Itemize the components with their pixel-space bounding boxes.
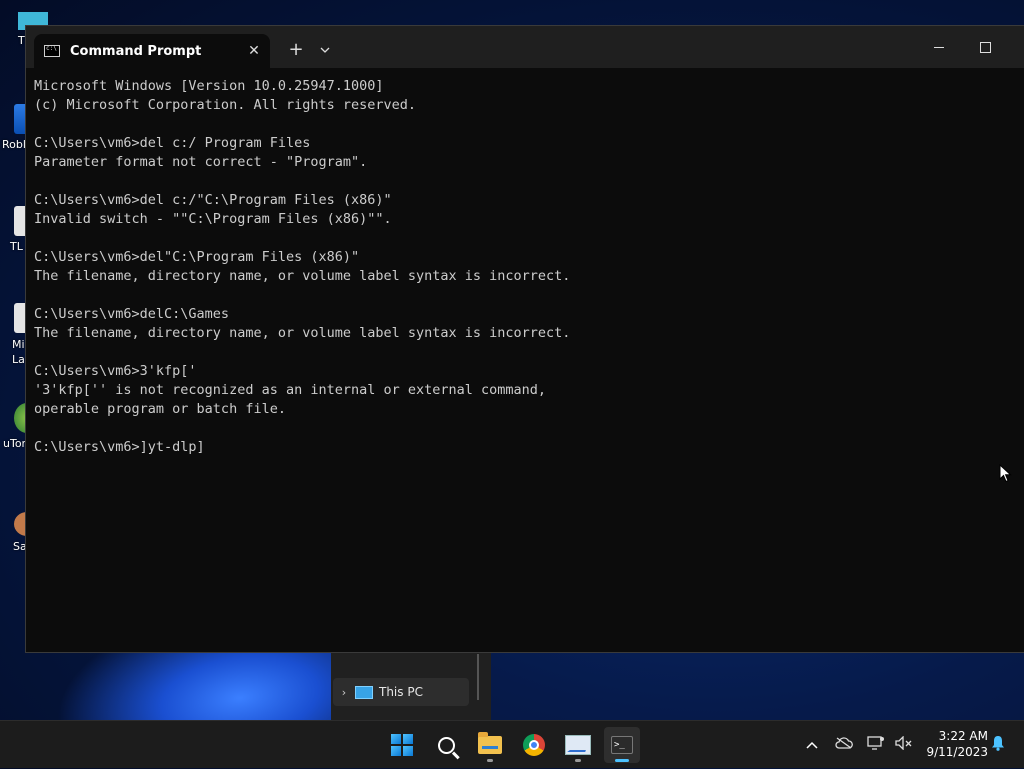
console-line: '3'kfp['' is not recognized as an intern… xyxy=(34,382,547,398)
clock-date: 9/11/2023 xyxy=(926,745,988,759)
terminal-window: Command Prompt ✕ + Microsoft Windows [Ve… xyxy=(25,25,1024,653)
console-output[interactable]: Microsoft Windows [Version 10.0.25947.10… xyxy=(34,77,1014,647)
tab-command-prompt[interactable]: Command Prompt ✕ xyxy=(34,34,270,68)
console-line: C:\Users\vm6>del"C:\Program Files (x86)" xyxy=(34,249,360,265)
file-explorer-window: › This PC xyxy=(331,652,491,720)
volume-button[interactable] xyxy=(890,735,918,754)
console-line: operable program or batch file. xyxy=(34,401,286,417)
cloud-offline-icon xyxy=(835,737,853,749)
notifications-button[interactable] xyxy=(988,735,1008,755)
nav-item-label: This PC xyxy=(379,685,423,699)
close-tab-button[interactable]: ✕ xyxy=(242,43,266,59)
onedrive-button[interactable] xyxy=(830,737,858,753)
tab-title: Command Prompt xyxy=(70,43,202,59)
console-line: C:\Users\vm6>del c:/ Program Files xyxy=(34,135,311,151)
search-button[interactable] xyxy=(428,727,464,763)
running-indicator xyxy=(575,759,581,762)
tab-dropdown-button[interactable] xyxy=(314,38,336,62)
bell-icon xyxy=(992,736,1004,751)
system-tray xyxy=(798,721,918,769)
console-line: Invalid switch - ""C:\Program Files (x86… xyxy=(34,211,392,227)
console-line: The filename, directory name, or volume … xyxy=(34,325,571,341)
show-hidden-icons-button[interactable] xyxy=(798,737,826,753)
chevron-right-icon[interactable]: › xyxy=(333,686,355,699)
network-icon xyxy=(867,736,884,750)
clock[interactable]: 3:22 AM 9/11/2023 xyxy=(918,728,988,760)
maximize-icon xyxy=(979,41,991,53)
task-manager-button[interactable] xyxy=(560,727,596,763)
console-line: (c) Microsoft Corporation. All rights re… xyxy=(34,97,417,113)
file-explorer-button[interactable] xyxy=(472,727,508,763)
chevron-up-icon xyxy=(806,741,818,749)
terminal-button[interactable]: >_ xyxy=(604,727,640,763)
volume-muted-icon xyxy=(895,735,912,751)
active-indicator xyxy=(615,759,629,762)
chevron-down-icon xyxy=(320,47,330,53)
minimize-button[interactable] xyxy=(916,32,962,62)
desktop-icon-label: Mi La xyxy=(12,338,25,366)
clock-time: 3:22 AM xyxy=(938,729,988,743)
start-button[interactable] xyxy=(384,727,420,763)
console-line: Parameter format not correct - "Program"… xyxy=(34,154,368,170)
maximize-button[interactable] xyxy=(962,32,1008,62)
chrome-icon xyxy=(523,734,545,756)
folder-icon xyxy=(478,732,502,754)
taskbar: >_ 3:22 AM 9/11/2023 xyxy=(0,720,1024,768)
console-line: Microsoft Windows [Version 10.0.25947.10… xyxy=(34,78,384,94)
title-bar[interactable]: Command Prompt ✕ + xyxy=(26,26,1024,68)
console-line: C:\Users\vm6>]yt-dlp] xyxy=(34,439,205,455)
terminal-icon: >_ xyxy=(611,736,633,754)
nav-item-this-pc[interactable]: › This PC xyxy=(333,678,469,706)
pane-divider[interactable] xyxy=(477,654,479,700)
running-indicator xyxy=(487,759,493,762)
minimize-icon xyxy=(934,46,944,48)
search-icon xyxy=(437,736,455,754)
console-line: C:\Users\vm6>delC:\Games xyxy=(34,306,230,322)
windows-logo-icon xyxy=(391,734,413,756)
performance-monitor-icon xyxy=(565,735,591,755)
computer-icon xyxy=(355,685,373,699)
console-line: The filename, directory name, or volume … xyxy=(34,268,571,284)
command-prompt-icon xyxy=(44,45,60,57)
console-line: C:\Users\vm6>del c:/"C:\Program Files (x… xyxy=(34,192,392,208)
chrome-button[interactable] xyxy=(516,727,552,763)
new-tab-button[interactable]: + xyxy=(284,38,308,62)
console-line: C:\Users\vm6>3'kfp[' xyxy=(34,363,197,379)
network-button[interactable] xyxy=(862,736,890,754)
